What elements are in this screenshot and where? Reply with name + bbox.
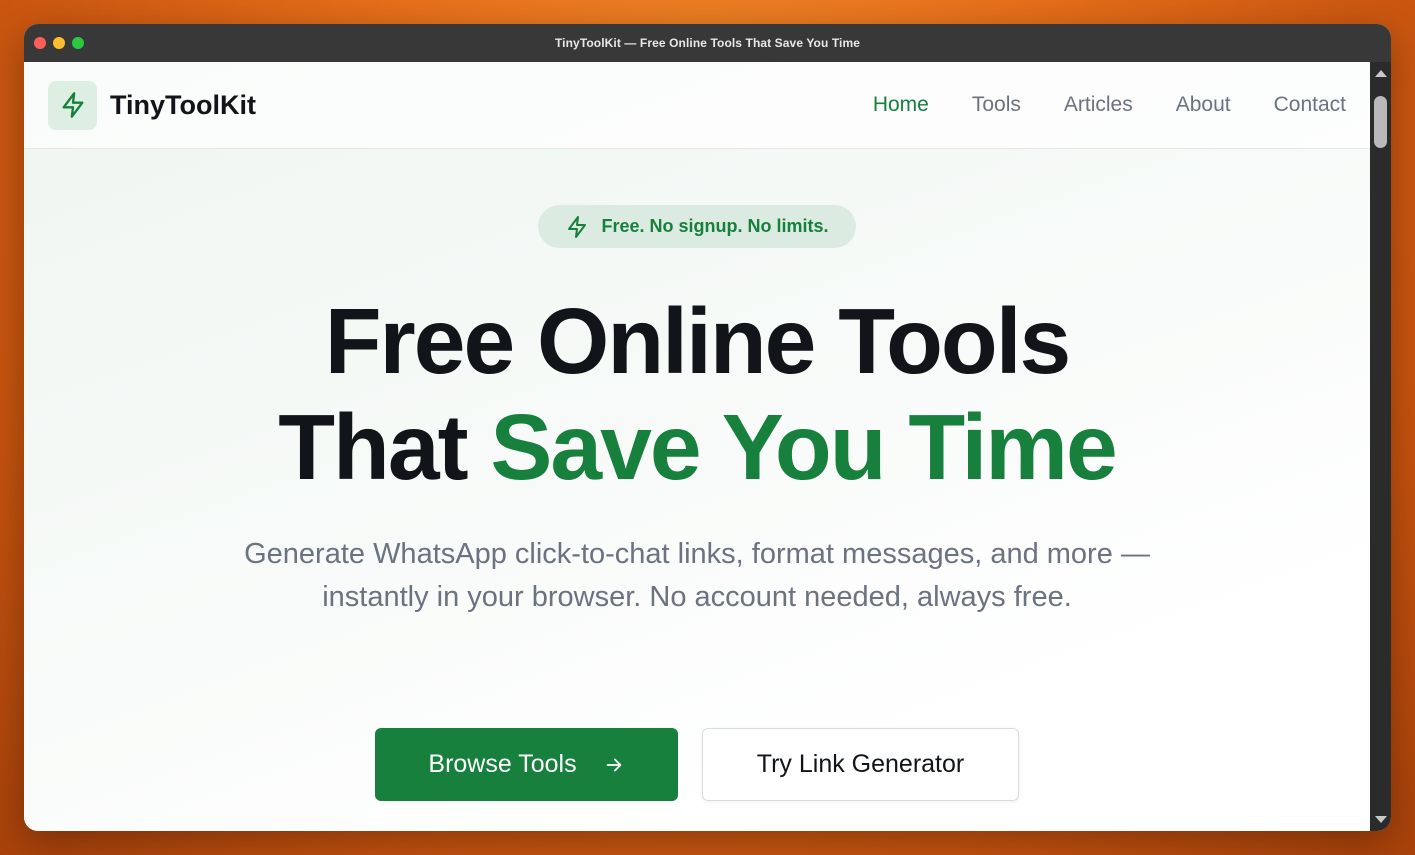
nav-tools[interactable]: Tools (972, 93, 1021, 117)
site-header: TinyToolKit Home Tools Articles About Co… (24, 62, 1370, 149)
page-viewport: TinyToolKit Home Tools Articles About Co… (24, 62, 1370, 831)
browse-tools-button[interactable]: Browse Tools (375, 728, 678, 801)
nav-articles[interactable]: Articles (1064, 93, 1133, 117)
browse-tools-label: Browse Tools (428, 750, 577, 778)
vertical-scrollbar[interactable] (1370, 62, 1391, 831)
main-nav: Home Tools Articles About Contact (873, 93, 1346, 117)
hero-subtitle: Generate WhatsApp click-to-chat links, f… (24, 533, 1370, 619)
browser-window: TinyToolKit — Free Online Tools That Sav… (24, 24, 1391, 831)
close-window-button[interactable] (34, 37, 46, 49)
scroll-down-arrow-icon[interactable] (1375, 816, 1387, 823)
scroll-up-arrow-icon[interactable] (1375, 70, 1387, 77)
headline-line-1: Free Online Tools (324, 289, 1072, 393)
lightning-bolt-icon (62, 92, 84, 118)
headline-line-2: That Save You Time (24, 394, 1370, 500)
try-link-generator-button[interactable]: Try Link Generator (702, 728, 1019, 801)
headline-plain: That (278, 395, 491, 499)
nav-about[interactable]: About (1176, 93, 1231, 117)
subtitle-line-2: instantly in your browser. No account ne… (322, 581, 1072, 613)
try-link-generator-label: Try Link Generator (756, 750, 965, 778)
headline-accent: Save You Time (490, 395, 1117, 499)
minimize-window-button[interactable] (53, 37, 65, 49)
window-title: TinyToolKit — Free Online Tools That Sav… (554, 36, 861, 50)
free-badge: Free. No signup. No limits. (538, 205, 856, 248)
brand-name[interactable]: TinyToolKit (110, 90, 256, 121)
maximize-window-button[interactable] (72, 37, 84, 49)
subtitle-line-1: Generate WhatsApp click-to-chat links, f… (244, 538, 1150, 570)
lightning-bolt-icon (568, 215, 587, 238)
scroll-thumb[interactable] (1374, 96, 1387, 148)
window-controls (34, 37, 84, 49)
nav-home[interactable]: Home (873, 93, 929, 117)
logo-icon[interactable] (48, 80, 97, 130)
arrow-right-icon (606, 758, 621, 771)
title-bar: TinyToolKit — Free Online Tools That Sav… (24, 24, 1391, 62)
badge-text: Free. No signup. No limits. (601, 216, 829, 236)
nav-contact[interactable]: Contact (1274, 93, 1346, 117)
